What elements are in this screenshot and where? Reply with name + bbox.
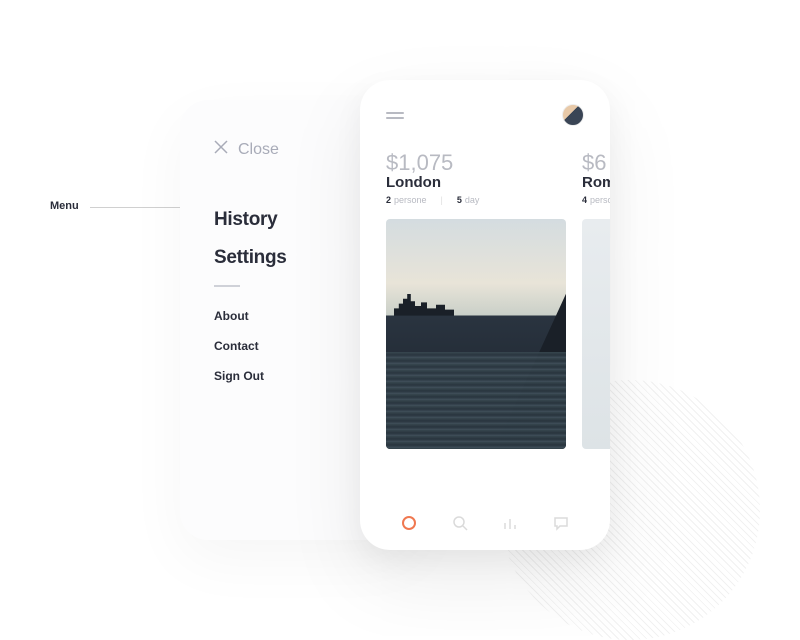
menu-side-line xyxy=(90,207,180,208)
close-label: Close xyxy=(238,141,279,159)
price-label: $6 xyxy=(582,150,610,176)
tab-chat-icon[interactable] xyxy=(553,515,569,531)
tab-bar xyxy=(360,496,610,550)
main-screen: $1,075 London 2persone | 5day $6 Rom 4pe… xyxy=(360,80,610,550)
cards-row[interactable]: $1,075 London 2persone | 5day $6 Rom 4pe… xyxy=(360,142,610,449)
hamburger-icon[interactable] xyxy=(386,112,404,119)
tab-stats-icon[interactable] xyxy=(502,515,518,531)
card-meta: 4perso xyxy=(582,195,610,205)
avatar[interactable] xyxy=(562,104,584,126)
tab-search-icon[interactable] xyxy=(452,515,468,531)
menu-side-label: Menu xyxy=(50,200,79,212)
close-icon xyxy=(214,140,228,159)
destination-photo xyxy=(386,219,566,449)
destination-card-london[interactable]: $1,075 London 2persone | 5day xyxy=(386,150,566,449)
destination-card-rome[interactable]: $6 Rom 4perso xyxy=(582,150,610,449)
main-header xyxy=(360,80,610,142)
card-meta: 2persone | 5day xyxy=(386,195,566,205)
price-label: $1,075 xyxy=(386,150,566,176)
tab-home-icon[interactable] xyxy=(401,515,417,531)
menu-divider xyxy=(214,285,240,287)
destination-photo xyxy=(582,219,610,449)
city-label: London xyxy=(386,174,566,191)
city-label: Rom xyxy=(582,174,610,191)
